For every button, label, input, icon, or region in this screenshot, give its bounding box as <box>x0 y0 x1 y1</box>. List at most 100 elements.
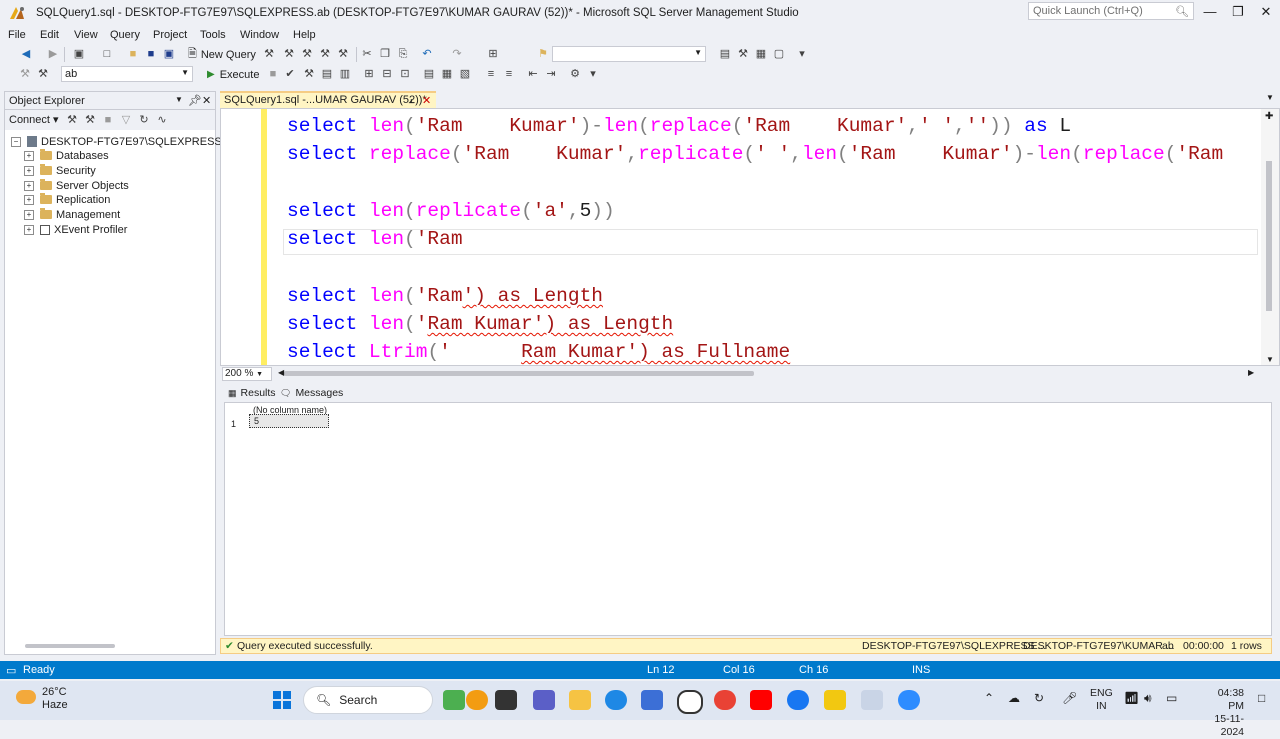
activity-monitor-icon[interactable]: ∿ <box>155 113 169 127</box>
analysis-query-icon[interactable]: ⚒ <box>282 47 296 61</box>
uncomment-icon[interactable]: ≡ <box>502 67 516 81</box>
comment-icon[interactable]: ≡ <box>484 67 498 81</box>
chrome-icon[interactable] <box>714 690 736 710</box>
estimated-plan-icon[interactable]: ⚒ <box>302 67 316 81</box>
new-query-button[interactable]: 🗎︎ New Query <box>188 46 256 63</box>
close-icon[interactable]: ✕ <box>422 94 431 107</box>
connect-icon[interactable]: ⚒ <box>65 113 79 127</box>
expand-icon[interactable]: + <box>24 165 34 176</box>
filter-icon[interactable]: ▽ <box>119 113 133 127</box>
menu-edit[interactable]: Edit <box>40 29 59 41</box>
new-project-icon[interactable]: ▣ <box>72 47 86 61</box>
tree-item-server-objects[interactable]: + Server Objects <box>24 178 129 193</box>
close-icon[interactable]: ✕ <box>202 94 211 107</box>
close-button[interactable]: ✕ <box>1252 2 1280 22</box>
xmla-query-icon[interactable]: ⚒ <box>336 47 350 61</box>
split-icon[interactable]: ✚ <box>1265 111 1273 122</box>
increase-indent-icon[interactable]: ⇥ <box>544 67 558 81</box>
sync-icon[interactable]: ↻ <box>1034 691 1044 705</box>
start-icon[interactable] <box>272 690 294 710</box>
tab-sqlquery1[interactable]: SQLQuery1.sql -...UMAR GAURAV (52))* ⫠ ✕ <box>220 91 436 108</box>
solution-explorer-icon[interactable]: ⊞ <box>486 47 500 61</box>
chevron-down-icon[interactable]: ▼ <box>175 95 183 104</box>
open-file-icon[interactable]: ■ <box>126 47 140 61</box>
scroll-thumb[interactable] <box>1266 161 1272 311</box>
query-options-icon[interactable]: ▤ <box>320 67 334 81</box>
expand-icon[interactable]: + <box>24 180 34 191</box>
app-icon[interactable] <box>466 690 488 710</box>
refresh-icon[interactable]: ↻ <box>137 113 151 127</box>
menu-window[interactable]: Window <box>240 29 279 41</box>
menu-view[interactable]: View <box>74 29 98 41</box>
available-databases-select[interactable]: ab ▼ <box>61 66 193 82</box>
pin-icon[interactable]: 📌︎ <box>188 94 202 107</box>
sql-editor[interactable]: select len('Ram Kumar')-len(replace('Ram… <box>220 108 1280 366</box>
results-to-file-icon[interactable]: ▧ <box>458 67 472 81</box>
toolbox-icon[interactable]: ▦ <box>754 47 768 61</box>
stop-icon[interactable]: ■ <box>101 113 115 127</box>
specify-values-icon[interactable]: ⚙ <box>568 67 582 81</box>
cloud-icon[interactable]: ☁ <box>1008 691 1020 705</box>
pin-icon[interactable]: ⫠ <box>408 94 415 107</box>
expand-icon[interactable]: + <box>24 209 34 220</box>
show-hidden-icons[interactable]: ⌃ <box>984 691 994 705</box>
results-to-text-icon[interactable]: ▤ <box>422 67 436 81</box>
file-explorer-icon[interactable] <box>569 690 591 710</box>
change-connection-icon[interactable]: ⚒ <box>36 67 50 81</box>
app-icon[interactable] <box>495 690 517 710</box>
menu-file[interactable]: File <box>8 29 26 41</box>
paste-icon[interactable]: ⎘ <box>396 47 410 61</box>
database-engine-query-icon[interactable]: ⚒ <box>262 47 276 61</box>
cut-icon[interactable]: ✂ <box>360 47 374 61</box>
store-icon[interactable] <box>641 690 663 710</box>
facebook-icon[interactable] <box>787 690 809 710</box>
wifi-icon[interactable]: 📶︎ <box>1124 691 1139 705</box>
results-grid[interactable]: (No column name) 1 5 <box>224 402 1272 636</box>
properties-icon[interactable]: ▤ <box>718 47 732 61</box>
tree-item-security[interactable]: + Security <box>24 163 96 178</box>
battery-icon[interactable]: ▭ <box>1166 691 1177 705</box>
menu-project[interactable]: Project <box>153 29 187 41</box>
redo-icon[interactable]: ↷ <box>450 47 464 61</box>
undo-icon[interactable]: ↶ <box>420 47 434 61</box>
parse-icon[interactable]: ✔ <box>283 67 297 81</box>
horizontal-scroll-thumb[interactable] <box>284 371 754 376</box>
zoom-icon[interactable] <box>898 690 920 710</box>
tree-item-management[interactable]: + Management <box>24 207 120 222</box>
client-stats-icon[interactable]: ⊡ <box>398 67 412 81</box>
tab-results[interactable]: ▦ Results <box>228 385 276 401</box>
menu-tools[interactable]: Tools <box>200 29 226 41</box>
app-icon[interactable] <box>443 690 465 710</box>
cancel-query-icon[interactable]: ■ <box>266 67 280 81</box>
copy-icon[interactable]: ❐ <box>378 47 392 61</box>
expand-icon[interactable]: + <box>24 194 34 205</box>
weather-widget[interactable]: 26°C Haze <box>10 686 68 712</box>
quick-launch-input[interactable]: Quick Launch (Ctrl+Q) 🔍︎ <box>1028 2 1194 20</box>
expand-icon[interactable]: + <box>24 150 34 161</box>
include-plan-icon[interactable]: ⊞ <box>362 67 376 81</box>
dell-icon[interactable] <box>677 690 703 714</box>
teams-icon[interactable] <box>533 690 555 710</box>
connect-icon[interactable]: ⚒ <box>18 67 32 81</box>
tree-item-xevent-profiler[interactable]: + XEvent Profiler <box>24 222 127 237</box>
expand-icon[interactable]: + <box>24 224 34 235</box>
horizontal-scrollbar[interactable] <box>25 644 115 648</box>
microphone-icon[interactable]: 🎤︎ <box>1062 691 1077 705</box>
ssms-taskbar-icon[interactable] <box>861 690 883 710</box>
edge-icon[interactable] <box>605 690 627 710</box>
powerbi-icon[interactable] <box>824 690 846 710</box>
collapse-icon[interactable]: − <box>11 136 21 147</box>
save-icon[interactable]: ■ <box>144 47 158 61</box>
results-to-grid-icon[interactable]: ▦ <box>440 67 454 81</box>
scroll-left-icon[interactable]: ◀ <box>278 368 284 377</box>
toolbar-options-icon[interactable]: ▾ <box>586 67 600 81</box>
minimize-button[interactable]: — <box>1196 2 1224 22</box>
back-icon[interactable]: ◀ <box>19 47 33 61</box>
grid-cell[interactable]: 5 <box>249 414 329 428</box>
vertical-scrollbar[interactable]: ✚ ▼ <box>1261 109 1279 365</box>
connect-button[interactable]: Connect ▾ <box>9 113 59 126</box>
menu-query[interactable]: Query <box>110 29 140 41</box>
scroll-right-icon[interactable]: ▶ <box>1248 368 1254 377</box>
save-all-icon[interactable]: ▣ <box>162 47 176 61</box>
chevron-down-icon[interactable]: ▼ <box>1266 93 1274 102</box>
